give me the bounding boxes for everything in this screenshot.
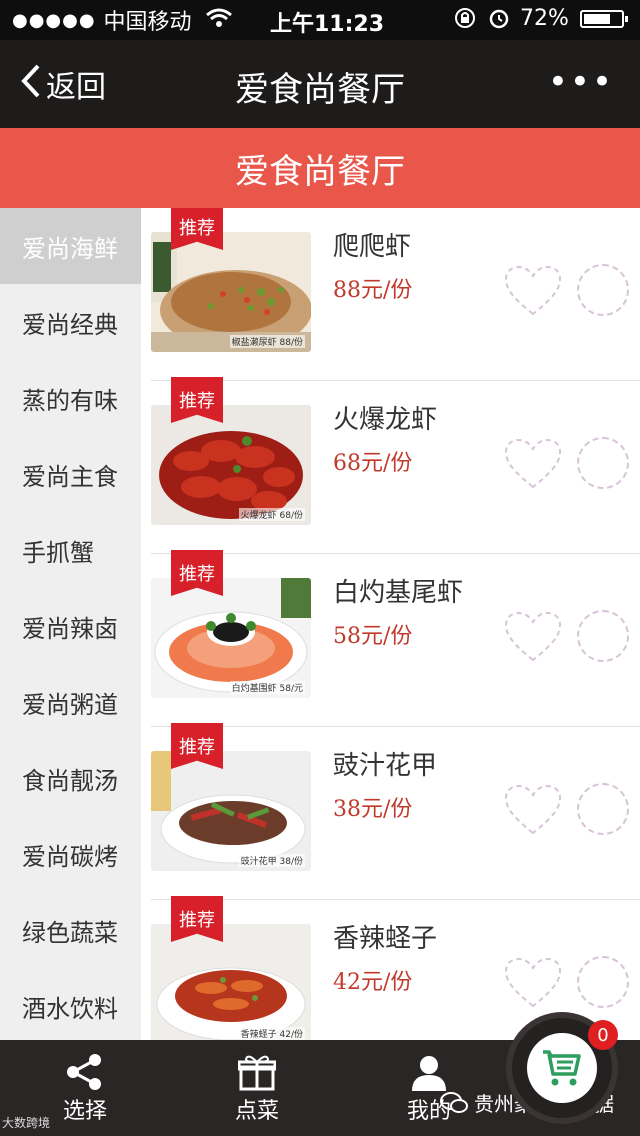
cart-icon (527, 1033, 597, 1103)
select-circle-icon[interactable] (577, 956, 629, 1008)
photo-caption: 椒盐濑尿虾 88/份 (229, 335, 305, 348)
photo-caption: 火爆龙虾 68/份 (238, 508, 305, 521)
restaurant-header: 爱食尚餐厅 (0, 128, 640, 208)
category-sidebar: 爱尚海鲜 爱尚经典 蒸的有味 爱尚主食 手抓蟹 爱尚辣卤 爱尚粥道 食尚靓汤 爱… (0, 208, 141, 1040)
dish-price: 42元/份 (333, 970, 413, 995)
status-time: 上午11:23 (270, 12, 385, 37)
photo-caption: 豉汁花甲 38/份 (238, 854, 305, 867)
select-circle-icon[interactable] (577, 783, 629, 835)
gift-icon (238, 1051, 276, 1093)
photo-caption: 香辣蛏子 42/份 (238, 1027, 305, 1040)
dish-price: 88元/份 (333, 278, 413, 303)
page-title: 爱食尚餐厅 (235, 70, 405, 110)
dish-item[interactable]: 白灼基围虾 58/元 推荐 白灼基尾虾 58元/份 (151, 550, 640, 727)
photo-caption: 白灼基围虾 58/元 (229, 681, 305, 694)
share-icon (65, 1051, 105, 1093)
dish-name: 香辣蛏子 (333, 924, 438, 954)
category-item[interactable]: 爱尚辣卤 (0, 588, 141, 664)
select-circle-icon[interactable] (577, 264, 629, 316)
favorite-heart-icon[interactable] (503, 437, 563, 491)
category-item[interactable]: 蒸的有味 (0, 360, 141, 436)
dish-name: 爬爬虾 (333, 232, 412, 262)
favorite-heart-icon[interactable] (503, 956, 563, 1010)
favorite-heart-icon[interactable] (503, 783, 563, 837)
rotation-lock-icon (454, 7, 476, 34)
user-icon (410, 1051, 448, 1093)
tab-label: 点菜 (234, 1099, 279, 1124)
dish-price: 58元/份 (333, 624, 413, 649)
category-item[interactable]: 食尚靓汤 (0, 740, 141, 816)
tab-label: 选择 (62, 1099, 107, 1124)
dish-price: 38元/份 (333, 797, 413, 822)
dish-list: 椒盐濑尿虾 88/份 推荐 爬爬虾 88元/份 火爆龙虾 68/份 推荐 火爆龙… (141, 208, 640, 1040)
watermark-small: 大数跨境 (2, 1116, 51, 1130)
carrier-label: 中国移动 (103, 10, 192, 35)
status-bar: ●●●●● 中国移动 上午11:23 72% (0, 0, 640, 40)
dish-item[interactable]: 椒盐濑尿虾 88/份 推荐 爬爬虾 88元/份 (151, 208, 640, 381)
category-item[interactable]: 爱尚碳烤 (0, 816, 141, 892)
dish-name: 白灼基尾虾 (333, 578, 464, 608)
dish-name: 豉汁花甲 (333, 751, 438, 781)
dish-photo[interactable]: 火爆龙虾 68/份 (151, 405, 311, 525)
wechat-icon (440, 1091, 468, 1113)
signal-strength-icon: ●●●●● (12, 9, 96, 31)
dish-photo[interactable]: 香辣蛏子 42/份 (151, 924, 311, 1040)
tab-order[interactable]: 点菜 (202, 1040, 312, 1136)
battery-icon (580, 10, 628, 28)
dish-photo[interactable]: 豉汁花甲 38/份 (151, 751, 311, 871)
category-item[interactable]: 爱尚粥道 (0, 664, 141, 740)
select-circle-icon[interactable] (577, 437, 629, 489)
battery-percentage: 72% (520, 6, 569, 31)
select-circle-icon[interactable] (577, 610, 629, 662)
category-item[interactable]: 爱尚经典 (0, 284, 141, 360)
favorite-heart-icon[interactable] (503, 264, 563, 318)
dish-price: 68元/份 (333, 451, 413, 476)
dish-item[interactable]: 豉汁花甲 38/份 推荐 豉汁花甲 38元/份 (151, 723, 640, 900)
category-item[interactable]: 酒水饮料 (0, 968, 141, 1044)
navigation-bar: 返回 爱食尚餐厅 ••• (0, 40, 640, 128)
favorite-heart-icon[interactable] (503, 610, 563, 664)
cart-count-badge: 0 (588, 1020, 618, 1050)
category-item[interactable]: 爱尚海鲜 (0, 208, 141, 284)
category-item[interactable]: 爱尚主食 (0, 436, 141, 512)
dish-name: 火爆龙虾 (333, 405, 438, 435)
category-item[interactable]: 绿色蔬菜 (0, 892, 141, 968)
category-item[interactable]: 手抓蟹 (0, 512, 141, 588)
wifi-icon (205, 8, 232, 33)
dish-photo[interactable]: 白灼基围虾 58/元 (151, 578, 311, 698)
dish-photo[interactable]: 椒盐濑尿虾 88/份 (151, 232, 311, 352)
dish-item[interactable]: 火爆龙虾 68/份 推荐 火爆龙虾 68元/份 (151, 377, 640, 554)
alarm-icon (488, 7, 510, 34)
more-menu-button[interactable]: ••• (548, 62, 614, 102)
